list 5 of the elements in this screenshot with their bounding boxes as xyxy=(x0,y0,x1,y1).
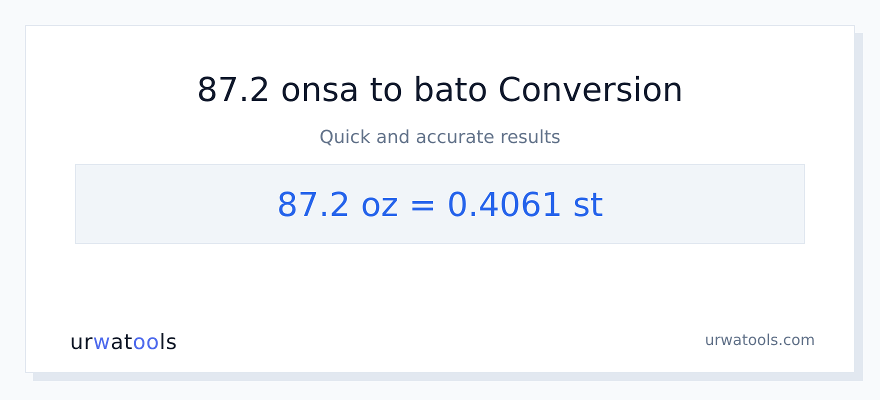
result-panel: 87.2 oz = 0.4061 st xyxy=(75,164,805,244)
site-url: urwatools.com xyxy=(704,331,815,349)
page-title: 87.2 onsa to bato Conversion xyxy=(196,70,684,110)
subtitle: Quick and accurate results xyxy=(319,127,561,148)
logo: urwatools xyxy=(70,330,178,354)
